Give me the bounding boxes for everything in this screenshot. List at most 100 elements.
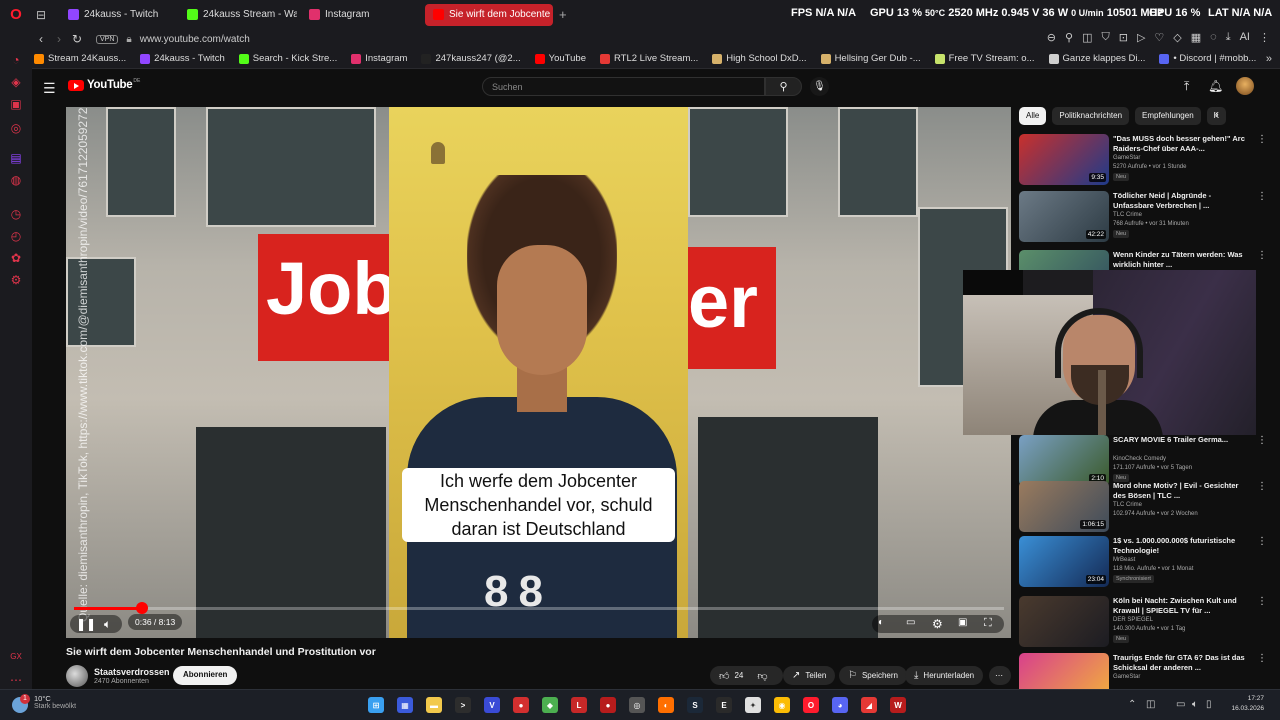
gx-corner-icon[interactable]: GX	[9, 649, 23, 663]
app-red-square-icon[interactable]: L	[571, 697, 587, 713]
weather-widget[interactable]: 1 10°C Stark bewölkt	[12, 694, 76, 713]
browser-tab[interactable]: Sie wirft dem Jobcente	[425, 3, 553, 26]
youtube-sidebar-icon[interactable]: ◍	[9, 173, 23, 187]
more-options-icon[interactable]: ⋮	[1257, 653, 1267, 664]
speaker-icon[interactable]: 🔈︎	[1192, 699, 1198, 710]
pause-button[interactable]: ❚❚	[76, 617, 96, 631]
app-orange-icon[interactable]: ◐	[658, 697, 674, 713]
filter-chip[interactable]: Politiknachrichten	[1052, 107, 1130, 125]
opera-logo-icon[interactable]: O	[0, 0, 32, 29]
bookmark-item[interactable]: Stream 24Kauss...	[34, 53, 126, 64]
bookmark-item[interactable]: 247kauss247 (@2...	[421, 53, 521, 64]
bell-icon[interactable]: ◌	[1210, 31, 1217, 44]
account-avatar[interactable]	[1236, 77, 1254, 95]
mail-icon[interactable]: ▣	[9, 97, 23, 111]
snapshot-icon[interactable]: ◫	[1082, 31, 1092, 44]
vpn-icon[interactable]: V	[484, 697, 500, 713]
heart-icon[interactable]: ♡	[1154, 31, 1164, 44]
filter-chip[interactable]: Empfehlungen	[1135, 107, 1201, 125]
search-button[interactable]: ⚲	[765, 77, 802, 96]
aria-icon[interactable]: ◔	[9, 53, 23, 67]
sidebar-more-icon[interactable]: ⋯	[9, 673, 23, 687]
tab-search-icon[interactable]: ⊟	[32, 6, 50, 24]
app-light-icon[interactable]: ✦	[745, 697, 761, 713]
settings-gear-icon[interactable]: ⚙	[932, 617, 943, 631]
channel-avatar[interactable]	[66, 665, 88, 687]
new-tab-button[interactable]: +	[559, 7, 567, 22]
steam-icon[interactable]: S	[687, 697, 703, 713]
progress-bar[interactable]	[74, 602, 1004, 614]
bookmark-item[interactable]: 24kauss - Twitch	[140, 53, 225, 64]
video-thumbnail[interactable]: 2:10	[1019, 435, 1109, 486]
browser-tab[interactable]: Instagram	[301, 4, 421, 26]
forward-button[interactable]: ›	[50, 32, 68, 46]
recommended-video[interactable]: Köln bei Nacht: Zwischen Kult und Krawal…	[1019, 596, 1269, 648]
video-player[interactable]: Job er 88 Ich werfe dem Jobcenter Mensch…	[66, 107, 1011, 638]
recommended-video[interactable]: 23:04 1$ vs. 1.000.000.000$ futuristische…	[1019, 536, 1269, 588]
battery-icon[interactable]: ▯	[1206, 699, 1212, 710]
vpn-badge[interactable]: VPN	[96, 34, 119, 44]
chrome-icon[interactable]: ◉	[774, 697, 790, 713]
zoom-icon[interactable]: ⊖	[1047, 31, 1056, 44]
system-clock[interactable]: 17:27 16.03.2026	[1224, 694, 1264, 714]
more-options-icon[interactable]: ⋮	[1257, 250, 1267, 261]
youtube-logo[interactable]: YouTube DE	[68, 78, 140, 91]
bookmark-item[interactable]: • Discord | #mobb...	[1159, 53, 1256, 64]
more-actions-button[interactable]: ⋯	[989, 666, 1011, 685]
download-icon[interactable]: ⤓	[1226, 31, 1231, 44]
hamburger-menu-icon[interactable]: ☰	[43, 80, 56, 97]
epic-games-icon[interactable]: E	[716, 697, 732, 713]
puzzle-icon[interactable]: ◇	[1173, 31, 1181, 44]
thumbs-down-icon[interactable]: 👎︎	[757, 670, 767, 682]
video-thumbnail[interactable]: 9:35	[1019, 134, 1109, 185]
app-green-icon[interactable]: ◆	[542, 697, 558, 713]
download-button[interactable]: ⤓ Herunterladen	[905, 666, 984, 685]
recommended-video[interactable]: 2:10 SCARY MOVIE 6 Trailer Germa... KinoCh…	[1019, 435, 1269, 487]
more-options-icon[interactable]: ⋮	[1257, 435, 1267, 446]
recommended-video[interactable]: 1:06:15 Mord ohne Motiv? | Evil - Gesicht…	[1019, 481, 1269, 533]
like-button[interactable]: 👍︎ 24 👎︎	[710, 666, 783, 685]
reload-button[interactable]: ↻	[68, 32, 86, 46]
lock-icon[interactable]: 🔒︎	[126, 34, 131, 45]
player-icon[interactable]: ◈	[9, 75, 23, 89]
camera-icon[interactable]: ⊡	[1119, 31, 1128, 44]
fullscreen-button[interactable]: ⛶	[984, 617, 992, 630]
clock-icon[interactable]: ◴	[9, 229, 23, 243]
network-icon[interactable]: ▭	[1176, 699, 1185, 710]
autoplay-toggle[interactable]: ◐	[878, 617, 884, 628]
app-circle-icon[interactable]: ◎	[629, 697, 645, 713]
bookmark-item[interactable]: RTL2 Live Stream...	[599, 53, 698, 64]
chips-next-icon[interactable]: ›	[1215, 109, 1219, 121]
menu-icon[interactable]: ⋮	[1259, 31, 1270, 44]
recommended-video[interactable]: 9:35 "Das MUSS doch besser gehen!" Arc Ra…	[1019, 134, 1269, 186]
search-input[interactable]: Suchen	[482, 77, 765, 96]
app-red-icon-2[interactable]: ◢	[861, 697, 877, 713]
volume-button[interactable]: 🔈︎	[104, 617, 111, 632]
tray-app-icon[interactable]: ◫	[1146, 699, 1155, 710]
windows-start-icon[interactable]: ⊞	[368, 697, 384, 713]
save-button[interactable]: ⚐ Speichern	[839, 666, 907, 685]
bookmark-item[interactable]: Hellsing Ger Dub -...	[820, 53, 921, 64]
scrubber-handle[interactable]	[135, 602, 148, 614]
video-thumbnail[interactable]	[1019, 596, 1109, 647]
bookmark-item[interactable]: Ganze klappes Di...	[1048, 53, 1145, 64]
pin-icon[interactable]: ⚲	[1065, 31, 1073, 44]
file-explorer-icon[interactable]: ▬	[426, 697, 442, 713]
opera-gx-icon[interactable]: O	[803, 697, 819, 713]
more-options-icon[interactable]: ⋮	[1257, 134, 1267, 145]
shield-icon[interactable]: ⛉	[1101, 31, 1109, 44]
bookmark-item[interactable]: YouTube	[534, 53, 586, 64]
messenger-icon[interactable]: ◎	[9, 121, 23, 135]
url-field[interactable]: www.youtube.com/watch	[140, 34, 250, 45]
more-options-icon[interactable]: ⋮	[1257, 191, 1267, 202]
calculator-icon[interactable]: ▦	[397, 697, 413, 713]
video-thumbnail[interactable]: 1:06:15	[1019, 481, 1109, 532]
more-options-icon[interactable]: ⋮	[1257, 481, 1267, 492]
app-red-icon[interactable]: ●	[513, 697, 529, 713]
voice-search-button[interactable]: 🎙︎	[810, 77, 829, 96]
extensions-icon[interactable]: ✿	[9, 251, 23, 265]
channel-name[interactable]: Staatsverdrossen	[94, 667, 170, 677]
video-thumbnail[interactable]: 23:04	[1019, 536, 1109, 587]
browser-tab[interactable]: 24kauss - Twitch	[60, 4, 175, 26]
upload-icon[interactable]: ⤒	[1184, 79, 1189, 94]
